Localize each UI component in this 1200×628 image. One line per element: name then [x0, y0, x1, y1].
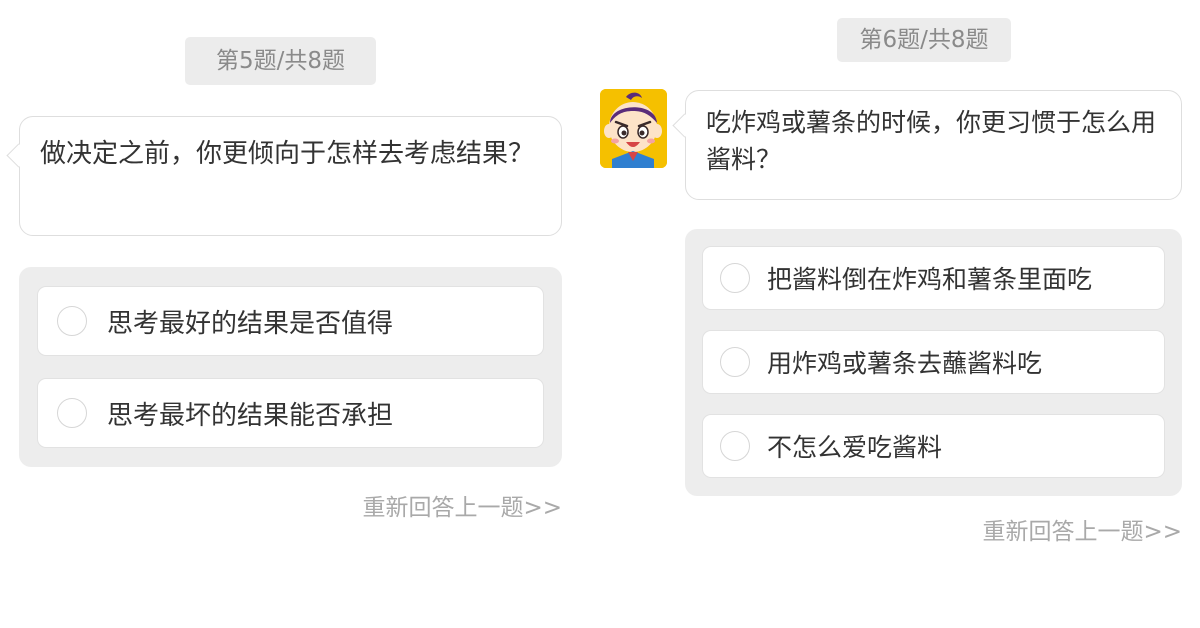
- redo-previous-link[interactable]: 重新回答上一题>>: [362, 488, 562, 522]
- question-text: 做决定之前，你更倾向于怎样去考虑结果？: [40, 139, 535, 169]
- option-label: 不怎么爱吃酱料: [767, 433, 943, 462]
- option-1[interactable]: 把酱料倒在炸鸡和薯条里面吃: [702, 246, 1165, 310]
- options-container: 把酱料倒在炸鸡和薯条里面吃 用炸鸡或薯条去蘸酱料吃 不怎么爱吃酱料: [685, 229, 1182, 496]
- option-2[interactable]: 用炸鸡或薯条去蘸酱料吃: [702, 330, 1165, 394]
- redo-previous-link[interactable]: 重新回答上一题>>: [982, 512, 1182, 546]
- option-label: 用炸鸡或薯条去蘸酱料吃: [767, 349, 1043, 378]
- cartoon-boy-avatar-icon: [600, 89, 667, 168]
- radio-unchecked-icon[interactable]: [57, 306, 87, 336]
- radio-unchecked-icon[interactable]: [720, 263, 750, 293]
- option-label: 把酱料倒在炸鸡和薯条里面吃: [767, 265, 1093, 294]
- question-counter: 第6题/共8题: [837, 18, 1011, 62]
- option-label: 思考最坏的结果能否承担: [107, 400, 394, 431]
- option-3[interactable]: 不怎么爱吃酱料: [702, 414, 1165, 478]
- option-label: 思考最好的结果是否值得: [107, 308, 394, 339]
- option-2[interactable]: 思考最坏的结果能否承担: [37, 378, 544, 448]
- question-text: 吃炸鸡或薯条的时候，你更习惯于怎么用酱料？: [706, 108, 1157, 174]
- question-counter: 第5题/共8题: [185, 37, 376, 85]
- quiz-panel-question-5: 第5题/共8题 做决定之前，你更倾向于怎样去考虑结果？ 思考最好的结果是否值得 …: [0, 0, 600, 628]
- option-1[interactable]: 思考最好的结果是否值得: [37, 286, 544, 356]
- radio-unchecked-icon[interactable]: [720, 347, 750, 377]
- options-container: 思考最好的结果是否值得 思考最坏的结果能否承担: [19, 267, 562, 467]
- radio-unchecked-icon[interactable]: [720, 431, 750, 461]
- question-bubble: 做决定之前，你更倾向于怎样去考虑结果？: [19, 116, 562, 236]
- question-bubble: 吃炸鸡或薯条的时候，你更习惯于怎么用酱料？: [685, 90, 1182, 200]
- quiz-panel-question-6: 第6题/共8题 吃炸鸡或薯条的时候，你更习惯于怎么用酱料？ 把酱料倒在炸鸡和薯条…: [600, 0, 1200, 628]
- radio-unchecked-icon[interactable]: [57, 398, 87, 428]
